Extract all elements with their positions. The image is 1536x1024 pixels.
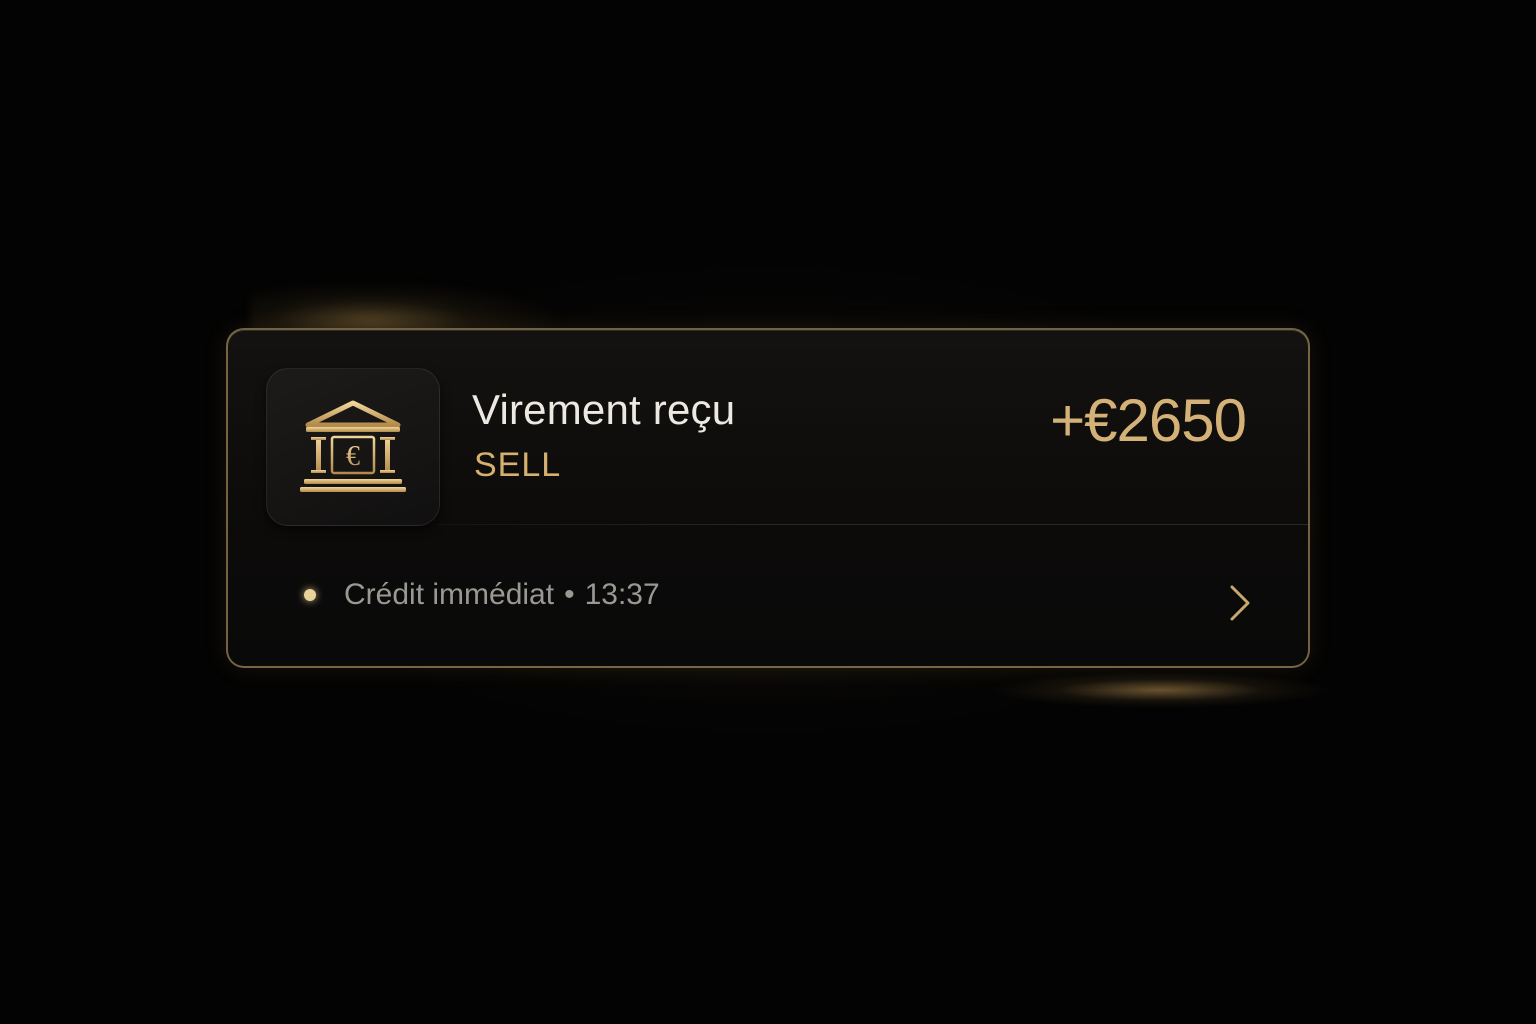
status-dot-icon bbox=[304, 589, 316, 601]
card-divider bbox=[438, 524, 1308, 525]
status-row: Crédit immédiat • 13:37 bbox=[304, 578, 660, 612]
bank-app-icon: € bbox=[266, 368, 440, 526]
notification-time: 13:37 bbox=[584, 578, 660, 611]
bank-euro-icon: € bbox=[300, 400, 406, 492]
open-details-button[interactable] bbox=[1222, 580, 1258, 626]
transfer-amount: +€2650 bbox=[1050, 387, 1247, 454]
notification-stage: € Virement reçu SELL +€2650 Crédit imméd… bbox=[0, 0, 1536, 1024]
svg-text:€: € bbox=[346, 441, 360, 472]
notification-subtitle: SELL bbox=[474, 446, 562, 484]
transfer-notification-card[interactable]: € Virement reçu SELL +€2650 Crédit imméd… bbox=[226, 328, 1310, 668]
chevron-right-icon bbox=[1230, 585, 1250, 621]
status-text: Crédit immédiat bbox=[344, 578, 555, 611]
bottom-light-streak bbox=[960, 660, 1340, 720]
status-separator: • bbox=[564, 578, 575, 611]
notification-title: Virement reçu bbox=[472, 386, 736, 433]
